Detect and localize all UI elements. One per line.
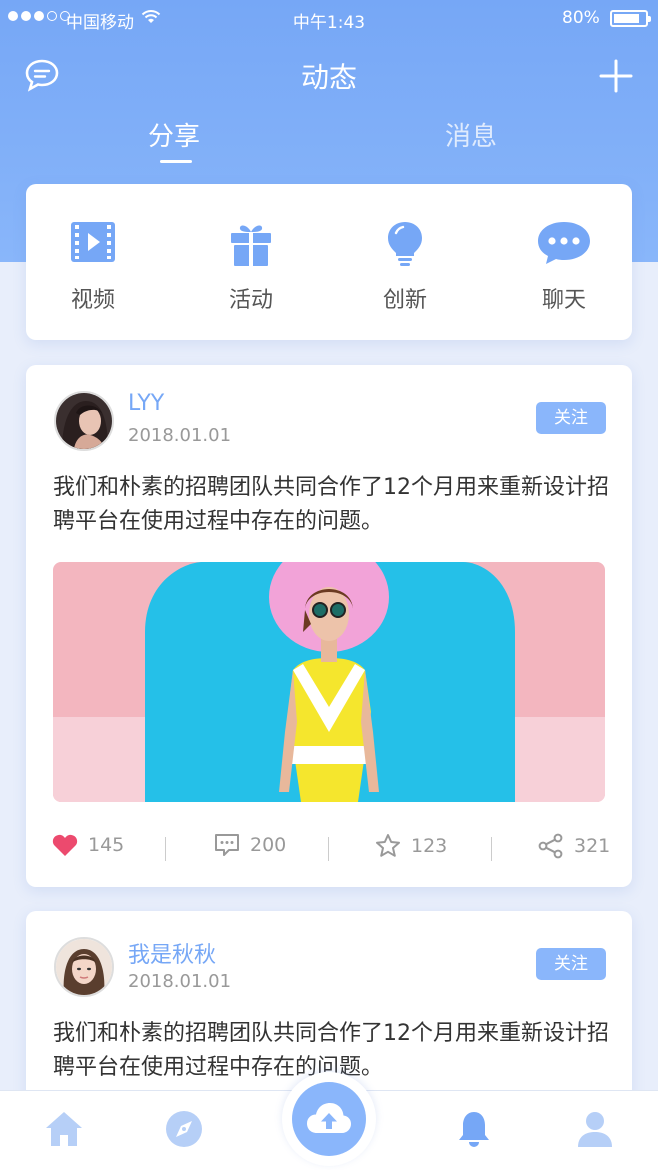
chat-bubble-icon	[538, 222, 590, 264]
quick-action-label: 视频	[70, 288, 115, 313]
post-card: LYY 2018.01.01 关注 我们和朴素的招聘团队共同合作了12个月用来重…	[26, 365, 632, 887]
quick-action-innovation[interactable]: 创新	[345, 184, 465, 340]
post-username[interactable]: LYY	[128, 391, 164, 416]
quick-action-label: 聊天	[541, 288, 586, 313]
tab-active-indicator	[160, 160, 192, 163]
heart-icon	[52, 834, 78, 856]
tab-messages[interactable]: 消息	[445, 116, 497, 153]
post-date: 2018.01.01	[128, 971, 232, 992]
divider	[328, 837, 329, 861]
post-image[interactable]	[53, 562, 605, 802]
divider	[491, 837, 492, 861]
star-count: 123	[411, 834, 448, 857]
comment-count: 200	[250, 834, 287, 856]
avatar[interactable]	[54, 391, 114, 451]
status-bar: 中国移动 中午1:43 80%	[0, 0, 658, 38]
avatar[interactable]	[54, 937, 114, 997]
video-icon	[71, 222, 115, 262]
follow-button[interactable]: 关注	[536, 402, 606, 434]
quick-action-activity[interactable]: 活动	[191, 184, 311, 340]
quick-action-video[interactable]: 视频	[33, 184, 153, 340]
gift-icon	[231, 225, 271, 266]
follow-button[interactable]: 关注	[536, 948, 606, 980]
quick-action-chat[interactable]: 聊天	[504, 184, 624, 340]
upload-cloud-icon	[307, 1103, 351, 1133]
divider	[165, 837, 166, 861]
favorite-button[interactable]: 123	[375, 833, 447, 858]
tab-share[interactable]: 分享	[148, 116, 200, 153]
star-icon	[376, 834, 400, 857]
comment-button[interactable]: 200	[214, 833, 286, 857]
quick-actions-panel: 视频 活动 创新 聊天	[26, 184, 632, 340]
battery-icon	[610, 10, 651, 27]
add-icon[interactable]	[598, 58, 634, 94]
quick-action-label: 活动	[228, 288, 273, 313]
page-title: 动态	[300, 61, 357, 94]
like-count: 145	[88, 834, 125, 856]
like-button[interactable]: 145	[52, 833, 124, 857]
bell-icon[interactable]	[454, 1109, 494, 1149]
share-icon	[538, 833, 563, 859]
share-count: 321	[574, 835, 611, 857]
battery-percent: 80%	[562, 8, 600, 28]
quick-action-label: 创新	[382, 288, 427, 313]
comment-icon	[215, 834, 239, 856]
profile-icon[interactable]	[575, 1109, 615, 1149]
upload-button[interactable]	[282, 1072, 376, 1166]
compass-icon[interactable]	[164, 1109, 204, 1149]
share-button[interactable]: 321	[538, 833, 610, 859]
post-date: 2018.01.01	[128, 425, 232, 446]
post-text: 我们和朴素的招聘团队共同合作了12个月用来重新设计招聘平台在使用过程中存在的问题…	[53, 475, 609, 534]
lightbulb-icon	[388, 222, 422, 266]
post-username[interactable]: 我是秋秋	[128, 937, 216, 969]
home-icon[interactable]	[44, 1109, 84, 1149]
status-time: 中午1:43	[292, 13, 366, 33]
post-actions: 145 200 123 321	[26, 825, 632, 875]
